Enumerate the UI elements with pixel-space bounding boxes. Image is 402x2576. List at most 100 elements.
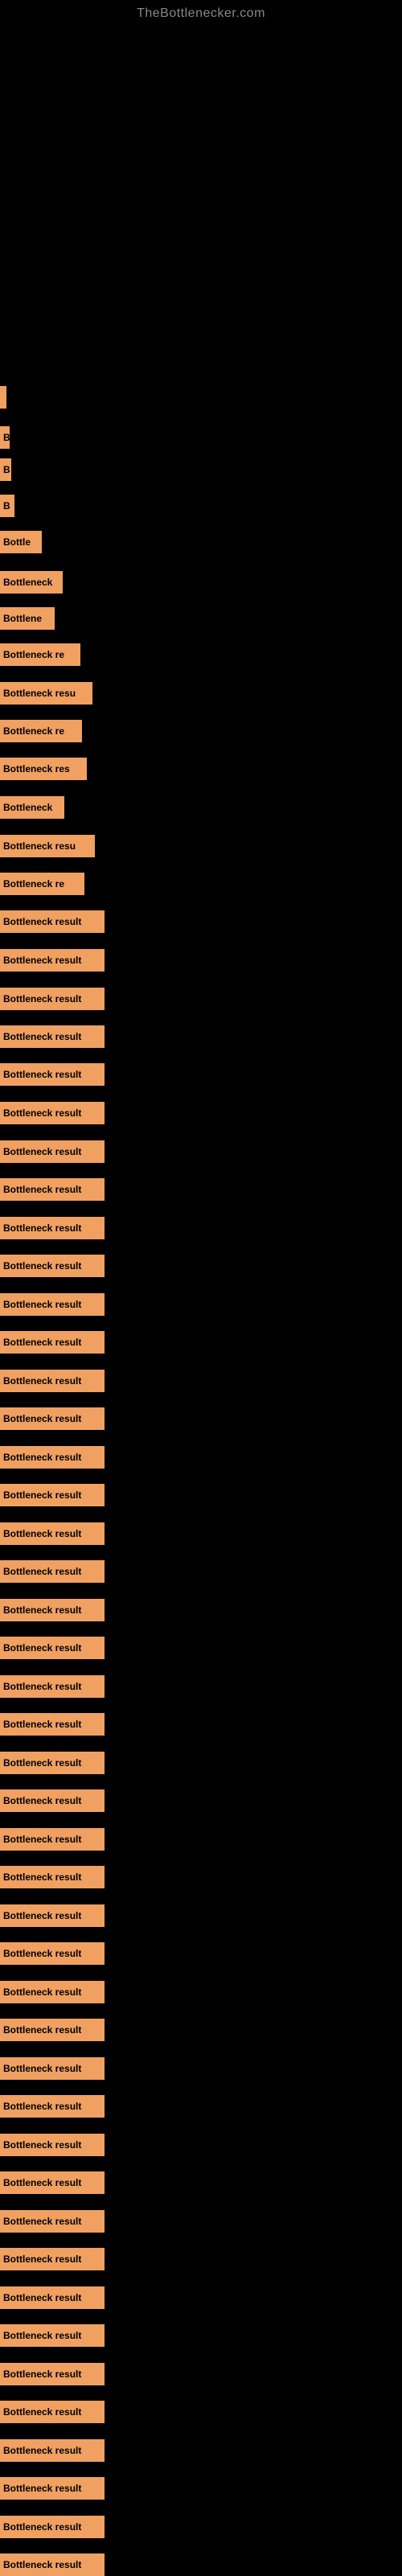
bar-block: Bottlene: [0, 607, 55, 630]
bar-label: Bottleneck result: [3, 2292, 81, 2303]
bar-block: [0, 386, 6, 409]
bar-item: Bottleneck result: [0, 1942, 105, 1965]
bar-block: Bottleneck result: [0, 2439, 105, 2462]
bar-block: Bottleneck result: [0, 1866, 105, 1888]
bar-label: Bottleneck resu: [3, 688, 76, 699]
bar-block: Bottleneck result: [0, 2286, 105, 2309]
bar-item: Bottleneck result: [0, 1675, 105, 1698]
bar-block: Bottleneck result: [0, 1217, 105, 1239]
bar-block: Bottleneck: [0, 571, 63, 594]
bar-item: Bottleneck res: [0, 758, 87, 780]
bar-label: Bottleneck result: [3, 1146, 81, 1157]
bar-block: Bottleneck result: [0, 1637, 105, 1659]
bar-label: Bottleneck result: [3, 2177, 81, 2188]
bar-label: Bottleneck result: [3, 2330, 81, 2341]
bar-block: Bottleneck result: [0, 1407, 105, 1430]
bar-item: Bottleneck result: [0, 2171, 105, 2194]
bar-label: Bottleneck result: [3, 1795, 81, 1806]
bar-item: Bottleneck result: [0, 988, 105, 1010]
bar-label: Bottleneck result: [3, 1222, 81, 1234]
bar-block: B: [0, 458, 11, 481]
bar-item: Bottleneck result: [0, 1370, 105, 1392]
bar-item: Bottleneck result: [0, 1904, 105, 1927]
bar-block: Bottleneck result: [0, 1370, 105, 1392]
bar-block: Bottleneck result: [0, 2134, 105, 2156]
site-title: TheBottlenecker.com: [0, 0, 402, 21]
bar-label: Bottlene: [3, 613, 42, 624]
bar-label: Bottleneck result: [3, 1528, 81, 1539]
bar-item: [0, 386, 6, 409]
bar-label: Bottle: [3, 536, 31, 548]
bar-item: Bottleneck result: [0, 1063, 105, 1086]
bar-item: Bottleneck result: [0, 1789, 105, 1812]
bar-label: Bottleneck result: [3, 2369, 81, 2380]
bar-block: Bottleneck result: [0, 1446, 105, 1469]
bar-block: Bottle: [0, 531, 42, 553]
bar-item: B: [0, 458, 11, 481]
bar-block: Bottleneck result: [0, 2401, 105, 2423]
bar-item: Bottleneck result: [0, 2057, 105, 2080]
bar-block: Bottleneck result: [0, 1331, 105, 1354]
bar-item: Bottleneck result: [0, 2210, 105, 2233]
bar-block: Bottleneck result: [0, 1942, 105, 1965]
bar-label: Bottleneck result: [3, 1260, 81, 1272]
bar-block: Bottleneck result: [0, 2171, 105, 2194]
bar-label: Bottleneck result: [3, 1681, 81, 1692]
bar-label: Bottleneck result: [3, 2521, 81, 2533]
bar-item: Bottleneck result: [0, 2363, 105, 2385]
bar-item: Bottleneck result: [0, 1599, 105, 1621]
bar-label: Bottleneck result: [3, 1184, 81, 1195]
bar-label: Bottleneck result: [3, 1948, 81, 1959]
bar-item: Bottleneck result: [0, 1407, 105, 1430]
bar-label: Bottleneck: [3, 577, 52, 588]
bar-item: Bottleneck result: [0, 1331, 105, 1354]
bar-block: Bottleneck result: [0, 1102, 105, 1124]
bar-block: Bottleneck result: [0, 2516, 105, 2538]
bar-block: Bottleneck result: [0, 2019, 105, 2041]
bar-item: Bottleneck result: [0, 1637, 105, 1659]
bar-block: Bottleneck result: [0, 1675, 105, 1698]
bar-item: Bottleneck result: [0, 1981, 105, 2003]
bar-item: Bottleneck result: [0, 1713, 105, 1736]
bar-block: Bottleneck resu: [0, 835, 95, 857]
bar-label: Bottleneck re: [3, 725, 64, 737]
bar-block: Bottleneck result: [0, 1904, 105, 1927]
bar-item: Bottleneck result: [0, 910, 105, 933]
bar-item: Bottleneck result: [0, 2477, 105, 2500]
bar-item: Bottleneck result: [0, 1752, 105, 1774]
bar-label: Bottleneck result: [3, 1910, 81, 1921]
bar-label: Bottleneck result: [3, 1986, 81, 1998]
bar-item: Bottleneck: [0, 571, 63, 594]
bar-label: Bottleneck result: [3, 1757, 81, 1769]
bar-item: B: [0, 495, 14, 517]
bar-label: Bottleneck result: [3, 2406, 81, 2418]
bar-label: Bottleneck result: [3, 2101, 81, 2112]
bar-block: Bottleneck resu: [0, 682, 92, 705]
bar-label: Bottleneck result: [3, 2024, 81, 2036]
bar-label: B: [3, 500, 10, 512]
bar-block: Bottleneck res: [0, 758, 87, 780]
bar-label: Bottleneck result: [3, 2216, 81, 2227]
bar-item: B: [0, 426, 10, 449]
bar-item: Bottleneck result: [0, 1025, 105, 1048]
bar-block: Bottleneck result: [0, 1981, 105, 2003]
bar-item: Bottleneck result: [0, 2516, 105, 2538]
bar-block: Bottleneck result: [0, 1178, 105, 1201]
bar-label: Bottleneck re: [3, 878, 64, 889]
bar-block: Bottleneck result: [0, 1828, 105, 1851]
bar-label: Bottleneck result: [3, 1413, 81, 1424]
bar-block: Bottleneck result: [0, 2057, 105, 2080]
bar-item: Bottleneck result: [0, 1217, 105, 1239]
bar-item: Bottleneck re: [0, 720, 82, 742]
bar-item: Bottleneck result: [0, 2553, 105, 2576]
bar-item: Bottleneck result: [0, 1560, 105, 1583]
bar-item: Bottle: [0, 531, 42, 553]
bar-label: Bottleneck result: [3, 2253, 81, 2265]
bar-label: Bottleneck result: [3, 2063, 81, 2074]
bar-item: Bottleneck result: [0, 2019, 105, 2041]
bar-item: Bottleneck result: [0, 2134, 105, 2156]
bar-item: Bottleneck resu: [0, 682, 92, 705]
bar-item: Bottlene: [0, 607, 55, 630]
bar-label: Bottleneck result: [3, 993, 81, 1005]
bar-label: Bottleneck result: [3, 1604, 81, 1616]
